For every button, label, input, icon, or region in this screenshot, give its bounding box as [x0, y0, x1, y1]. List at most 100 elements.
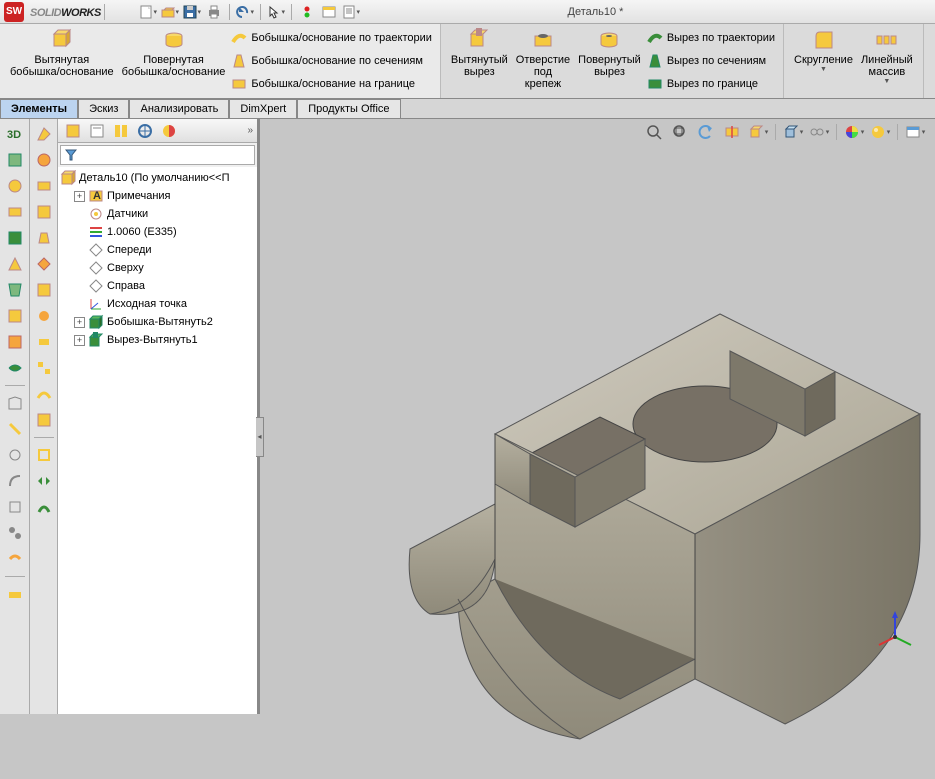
view-orientation-icon[interactable] — [746, 121, 770, 143]
plane-icon — [88, 260, 104, 276]
tree-top-plane[interactable]: Сверху — [72, 259, 257, 277]
tab-evaluate[interactable]: Анализировать — [129, 99, 229, 118]
view-3d-icon[interactable]: 3D — [4, 123, 26, 145]
tree-root[interactable]: Деталь10 (По умолчанию<<П — [58, 169, 257, 187]
view-settings-icon[interactable] — [903, 121, 927, 143]
revolved-cut-button[interactable]: Повернутый вырез — [574, 26, 645, 96]
tree-sensors[interactable]: Датчики — [72, 205, 257, 223]
zoom-fit-icon[interactable] — [642, 121, 666, 143]
tree-right-plane[interactable]: Справа — [72, 277, 257, 295]
new-button[interactable] — [138, 2, 158, 22]
tree-boss-extrude[interactable]: + Бобышка-Вытянуть2 — [72, 313, 257, 331]
tree-filter-input[interactable] — [60, 145, 255, 165]
lofted-cut-button[interactable]: Вырез по сечениям — [645, 52, 777, 70]
tab-dimxpert[interactable]: DimXpert — [229, 99, 297, 118]
tool-icon[interactable] — [4, 253, 26, 275]
boundary-boss-button[interactable]: Бобышка/основание на границе — [229, 75, 434, 93]
tool-icon[interactable] — [33, 444, 55, 466]
tool-icon[interactable] — [33, 331, 55, 353]
tree-material[interactable]: 1.0060 (E335) — [72, 223, 257, 241]
tool-icon[interactable] — [33, 227, 55, 249]
chevron-right-icon[interactable]: » — [247, 125, 253, 136]
boundary-cut-button[interactable]: Вырез по границе — [645, 75, 777, 93]
tool-icon[interactable] — [33, 123, 55, 145]
section-view-icon[interactable] — [720, 121, 744, 143]
expand-icon[interactable]: + — [74, 317, 85, 328]
chevron-down-icon: ▼ — [820, 66, 827, 74]
tool-icon[interactable] — [4, 583, 26, 605]
tool-icon[interactable] — [4, 444, 26, 466]
swept-boss-label: Бобышка/основание по траектории — [251, 32, 432, 44]
expand-icon[interactable]: + — [74, 191, 85, 202]
tool-icon[interactable] — [33, 175, 55, 197]
appearance-icon[interactable] — [842, 121, 866, 143]
tool-icon[interactable] — [33, 496, 55, 518]
tab-features[interactable]: Элементы — [0, 99, 78, 118]
tool-icon[interactable] — [4, 470, 26, 492]
swept-boss-button[interactable]: Бобышка/основание по траектории — [229, 29, 434, 47]
ribbon-group-features: Скругление ▼ Линейный массив ▼ — [784, 24, 924, 98]
print-button[interactable] — [204, 2, 224, 22]
cut-small-buttons: Вырез по траектории Вырез по сечениям Вы… — [645, 26, 777, 96]
tool-icon[interactable] — [4, 305, 26, 327]
property-manager-icon[interactable] — [86, 121, 108, 141]
scene-icon[interactable] — [868, 121, 892, 143]
tool-icon[interactable] — [33, 305, 55, 327]
swept-cut-button[interactable]: Вырез по траектории — [645, 29, 777, 47]
tool-icon[interactable] — [33, 279, 55, 301]
tool-icon[interactable] — [4, 392, 26, 414]
feature-manager-icon[interactable] — [62, 121, 84, 141]
fillet-button[interactable]: Скругление ▼ — [790, 26, 857, 96]
linear-pattern-button[interactable]: Линейный массив ▼ — [857, 26, 917, 96]
tool-icon[interactable] — [4, 201, 26, 223]
tool-icon[interactable] — [4, 496, 26, 518]
revolved-boss-button[interactable]: Повернутая бобышка/основание — [118, 26, 230, 96]
tool-icon[interactable] — [33, 201, 55, 223]
collapse-panel-handle[interactable]: ◂ — [256, 417, 264, 457]
options-button[interactable] — [319, 2, 339, 22]
dimxpert-manager-icon[interactable] — [134, 121, 156, 141]
hole-wizard-button[interactable]: Отверстие под крепеж — [512, 26, 574, 96]
expand-icon[interactable]: + — [74, 335, 85, 346]
tab-sketch[interactable]: Эскиз — [78, 99, 129, 118]
zoom-area-icon[interactable] — [668, 121, 692, 143]
tool-icon[interactable] — [33, 253, 55, 275]
lofted-boss-button[interactable]: Бобышка/основание по сечениям — [229, 52, 434, 70]
viewport[interactable]: ◂ — [260, 119, 935, 714]
tree-origin[interactable]: Исходная точка — [72, 295, 257, 313]
tool-icon[interactable] — [4, 418, 26, 440]
tree-sensors-label: Датчики — [107, 208, 148, 220]
extruded-boss-button[interactable]: Вытянутая бобышка/основание — [6, 26, 118, 96]
tool-icon[interactable] — [4, 548, 26, 570]
display-style-icon[interactable] — [781, 121, 805, 143]
hole-wizard-icon — [531, 28, 555, 52]
tree-annotations[interactable]: + A Примечания — [72, 187, 257, 205]
tree-front-plane[interactable]: Спереди — [72, 241, 257, 259]
open-button[interactable] — [160, 2, 180, 22]
save-button[interactable] — [182, 2, 202, 22]
origin-icon — [88, 296, 104, 312]
tool-icon[interactable] — [4, 522, 26, 544]
tool-icon[interactable] — [4, 227, 26, 249]
tool-icon[interactable] — [4, 175, 26, 197]
previous-view-icon[interactable] — [694, 121, 718, 143]
display-manager-icon[interactable] — [158, 121, 180, 141]
tree-cut-extrude[interactable]: + Вырез-Вытянуть1 — [72, 331, 257, 349]
document-button[interactable] — [341, 2, 361, 22]
tool-icon[interactable] — [4, 149, 26, 171]
tool-icon[interactable] — [33, 357, 55, 379]
tool-icon[interactable] — [33, 383, 55, 405]
tool-icon[interactable] — [33, 470, 55, 492]
tool-icon[interactable] — [4, 279, 26, 301]
rebuild-button[interactable] — [297, 2, 317, 22]
configuration-manager-icon[interactable] — [110, 121, 132, 141]
undo-button[interactable] — [235, 2, 255, 22]
hide-show-icon[interactable] — [807, 121, 831, 143]
tool-icon[interactable] — [33, 409, 55, 431]
tab-office[interactable]: Продукты Office — [297, 99, 400, 118]
tool-icon[interactable] — [33, 149, 55, 171]
extruded-cut-button[interactable]: Вытянутый вырез — [447, 26, 512, 96]
tool-icon[interactable] — [4, 357, 26, 379]
select-button[interactable] — [266, 2, 286, 22]
tool-icon[interactable] — [4, 331, 26, 353]
